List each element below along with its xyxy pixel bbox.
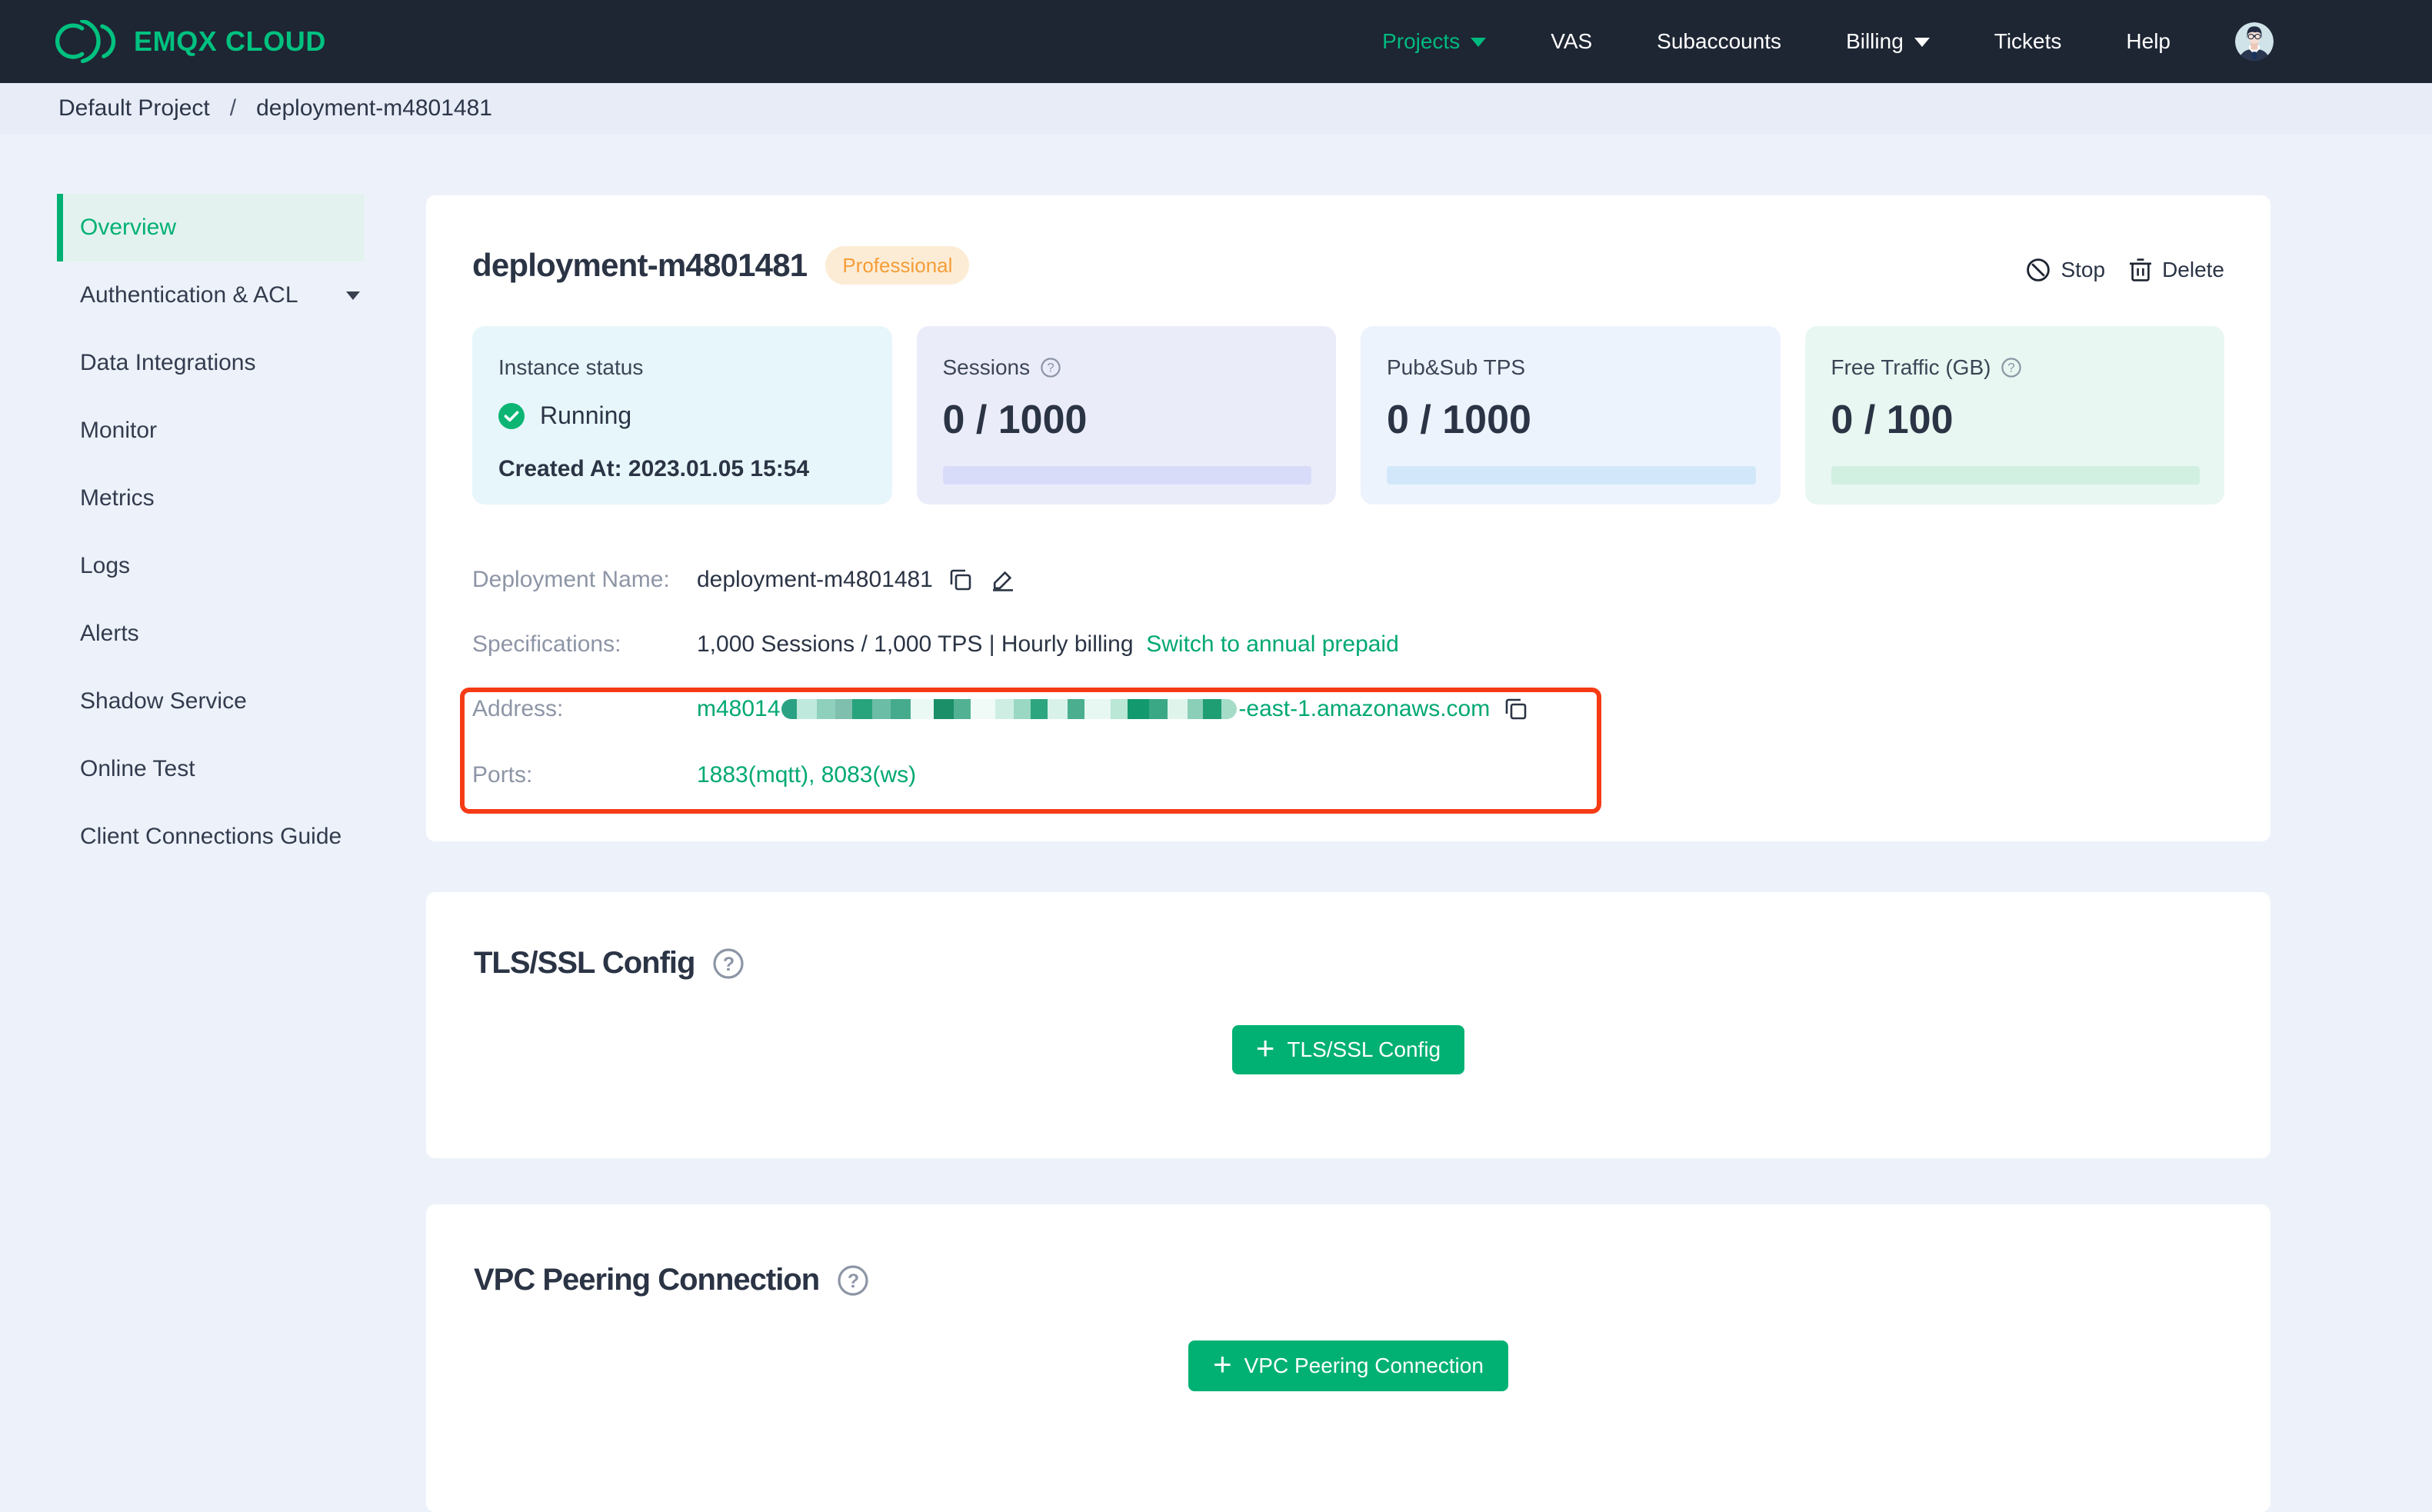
svg-text:?: ? (2008, 361, 2015, 375)
svg-text:?: ? (723, 954, 734, 975)
svg-text:?: ? (848, 1271, 858, 1292)
svg-text:?: ? (1047, 361, 1054, 375)
